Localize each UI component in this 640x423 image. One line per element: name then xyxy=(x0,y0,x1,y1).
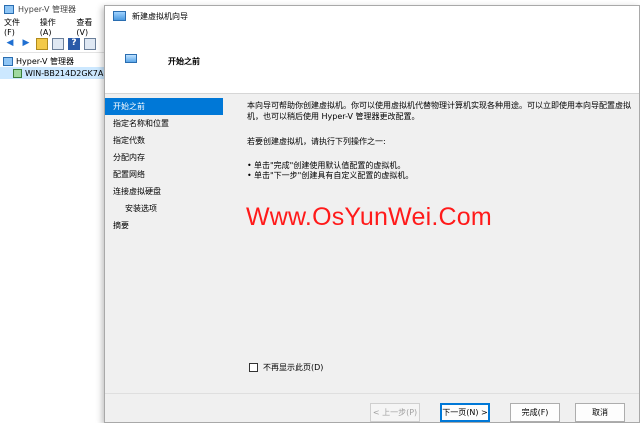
forward-arrow-icon[interactable]: ▶ xyxy=(20,38,32,50)
instruction-next: 单击"下一步"创建具有自定义配置的虚拟机。 xyxy=(247,171,633,181)
step-memory[interactable]: 分配内存 xyxy=(105,149,223,166)
dont-show-checkbox[interactable] xyxy=(249,363,258,372)
tree-root-label: Hyper-V 管理器 xyxy=(16,56,74,66)
server-icon xyxy=(13,68,22,78)
dont-show-again-option[interactable]: 不再显示此页(D) xyxy=(249,362,323,373)
wizard-footer: < 上一步(P) 下一页(N) > 完成(F) 取消 xyxy=(105,393,639,423)
tree-item-server[interactable]: WIN-BB214D2GK7A xyxy=(0,67,104,79)
prompt-text: 若要创建虚拟机，请执行下列操作之一: xyxy=(247,137,386,146)
wizard-steps-nav: 开始之前 指定名称和位置 指定代数 分配内存 配置网络 连接虚拟硬盘 安装选项 … xyxy=(105,98,223,238)
dont-show-label: 不再显示此页(D) xyxy=(263,363,324,372)
manager-toolbar: ◀ ▶ ? xyxy=(0,35,104,53)
menu-view[interactable]: 查看(V) xyxy=(76,17,104,37)
properties-icon[interactable] xyxy=(84,37,96,50)
step-summary[interactable]: 摘要 xyxy=(105,217,223,234)
manager-menubar: 文件(F) 操作(A) 查看(V) xyxy=(0,17,104,37)
instruction-finish: 单击"完成"创建使用默认值配置的虚拟机。 xyxy=(247,161,633,171)
folder-icon[interactable] xyxy=(36,37,48,50)
finish-button[interactable]: 完成(F) xyxy=(510,403,560,422)
step-virtual-disk[interactable]: 连接虚拟硬盘 xyxy=(105,183,223,200)
wizard-header: 开始之前 xyxy=(105,26,639,94)
back-arrow-icon[interactable]: ◀ xyxy=(4,38,16,50)
step-install-options[interactable]: 安装选项 xyxy=(105,200,223,217)
manager-title: Hyper-V 管理器 xyxy=(18,5,76,14)
navigation-tree: Hyper-V 管理器 WIN-BB214D2GK7A xyxy=(0,55,104,423)
console-tree-icon[interactable] xyxy=(52,37,64,50)
virtual-machine-icon xyxy=(125,54,137,63)
step-name-location[interactable]: 指定名称和位置 xyxy=(105,115,223,132)
hyperv-manager-icon xyxy=(3,56,13,66)
previous-button[interactable]: < 上一步(P) xyxy=(370,403,420,422)
step-generation[interactable]: 指定代数 xyxy=(105,132,223,149)
intro-text: 本向导可帮助你创建虚拟机。你可以使用虚拟机代替物理计算机实现各种用途。可以立即使… xyxy=(247,101,631,121)
wizard-content: 本向导可帮助你创建虚拟机。你可以使用虚拟机代替物理计算机实现各种用途。可以立即使… xyxy=(247,100,633,181)
cancel-button[interactable]: 取消 xyxy=(575,403,625,422)
wizard-titlebar: 新建虚拟机向导 xyxy=(105,6,639,26)
wizard-window-icon xyxy=(113,11,126,21)
page-heading: 开始之前 xyxy=(168,57,200,66)
help-icon[interactable]: ? xyxy=(68,37,80,50)
menu-action[interactable]: 操作(A) xyxy=(40,17,68,37)
step-before-you-begin[interactable]: 开始之前 xyxy=(105,98,223,115)
tree-item-hyperv-manager[interactable]: Hyper-V 管理器 xyxy=(0,55,104,67)
tree-server-label: WIN-BB214D2GK7A xyxy=(25,68,104,78)
menu-file[interactable]: 文件(F) xyxy=(4,17,31,37)
instruction-list: 单击"完成"创建使用默认值配置的虚拟机。 单击"下一步"创建具有自定义配置的虚拟… xyxy=(247,161,633,181)
watermark-text: Www.OsYunWei.Com xyxy=(246,203,492,231)
hyperv-app-icon xyxy=(4,5,14,14)
wizard-title: 新建虚拟机向导 xyxy=(132,11,188,21)
next-button[interactable]: 下一页(N) > xyxy=(440,403,490,422)
step-network[interactable]: 配置网络 xyxy=(105,166,223,183)
